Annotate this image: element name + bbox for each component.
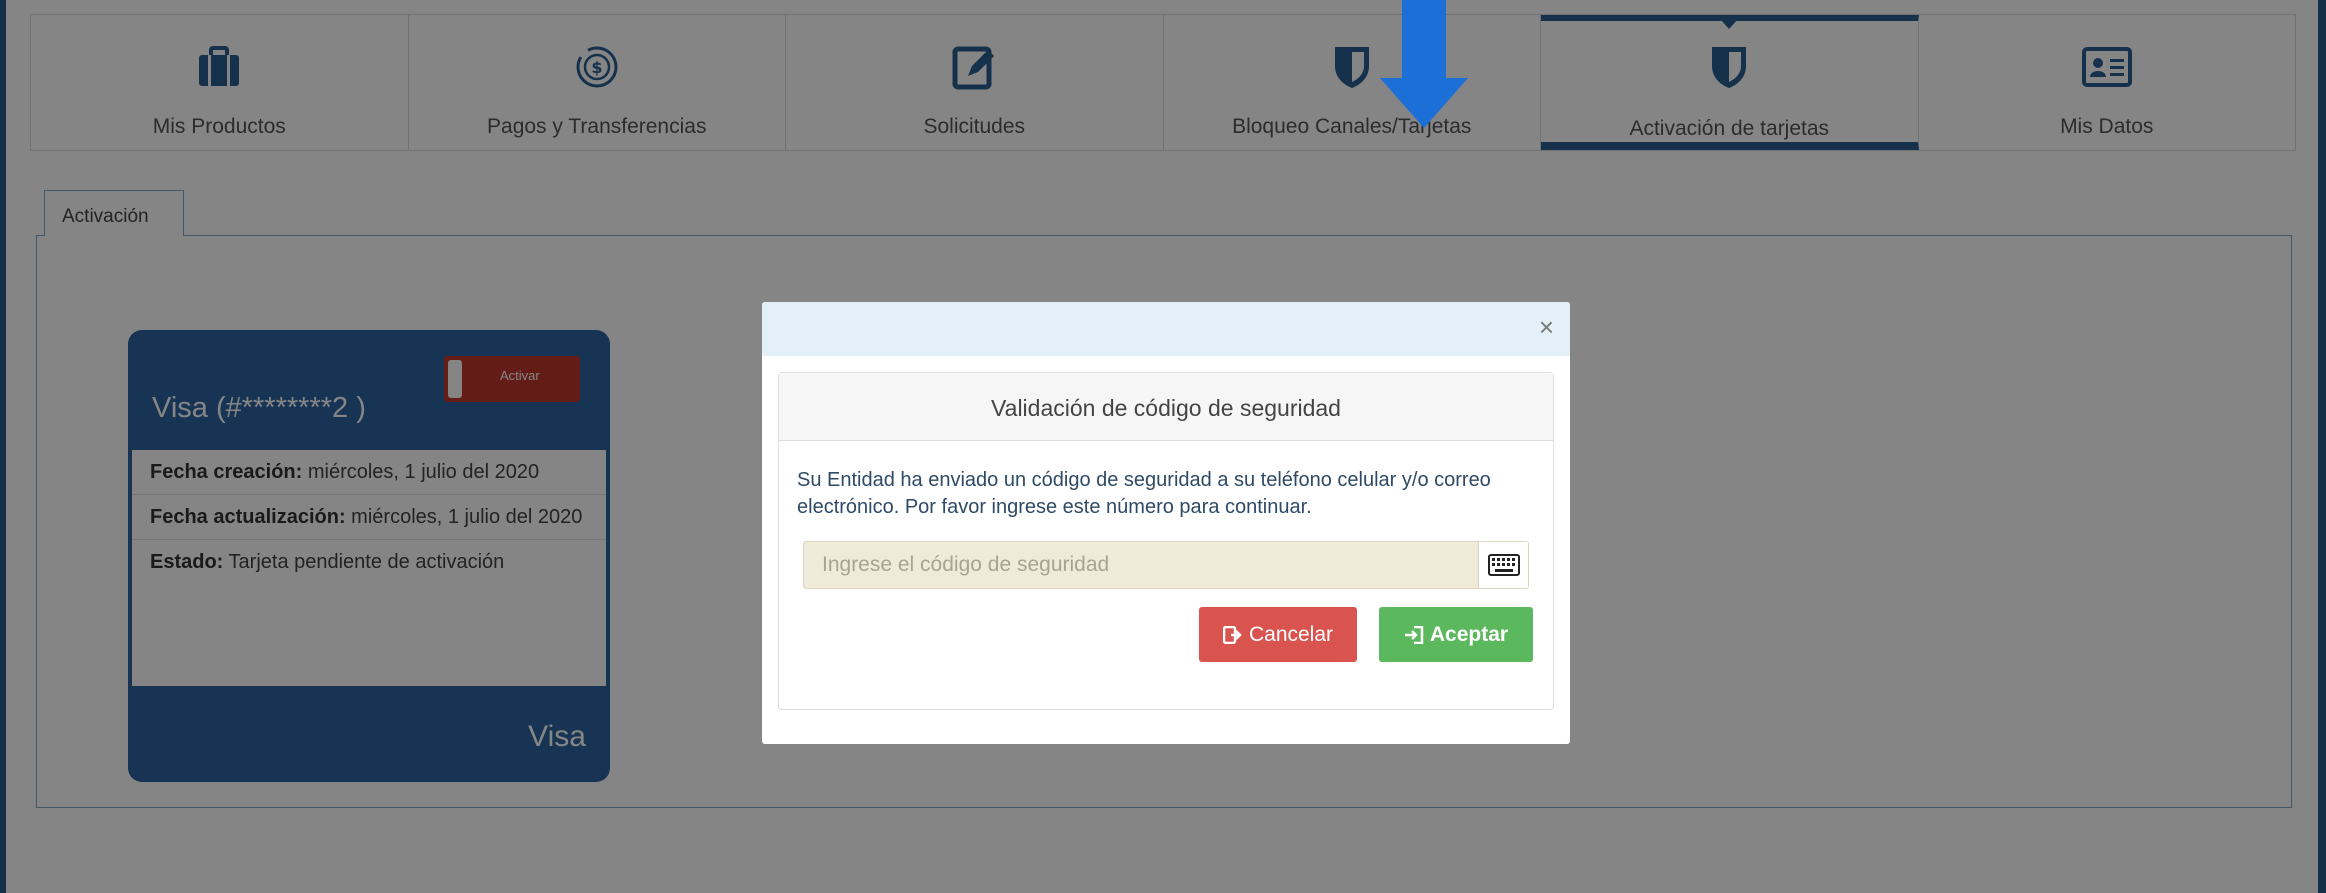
arrow-head-icon <box>1380 78 1468 128</box>
security-code-input[interactable] <box>804 542 1472 588</box>
cancel-button[interactable]: Cancelar <box>1199 607 1357 662</box>
accept-label: Aceptar <box>1429 622 1509 646</box>
security-code-modal: × Validación de código de seguridad Su E… <box>762 302 1570 744</box>
keyboard-icon[interactable] <box>1478 542 1528 588</box>
login-icon <box>1404 625 1424 644</box>
cancel-label: Cancelar <box>1248 622 1334 646</box>
modal-message: Su Entidad ha enviado un código de segur… <box>797 469 1491 518</box>
modal-panel: Validación de código de seguridad Su Ent… <box>778 372 1554 710</box>
modal-header: × <box>762 302 1570 356</box>
logout-icon <box>1222 625 1242 644</box>
arrow-down-icon <box>1402 0 1446 80</box>
modal-title: Validación de código de seguridad <box>779 373 1553 441</box>
security-code-field <box>803 541 1529 589</box>
accept-button[interactable]: Aceptar <box>1379 607 1533 662</box>
close-icon[interactable]: × <box>1539 312 1554 343</box>
